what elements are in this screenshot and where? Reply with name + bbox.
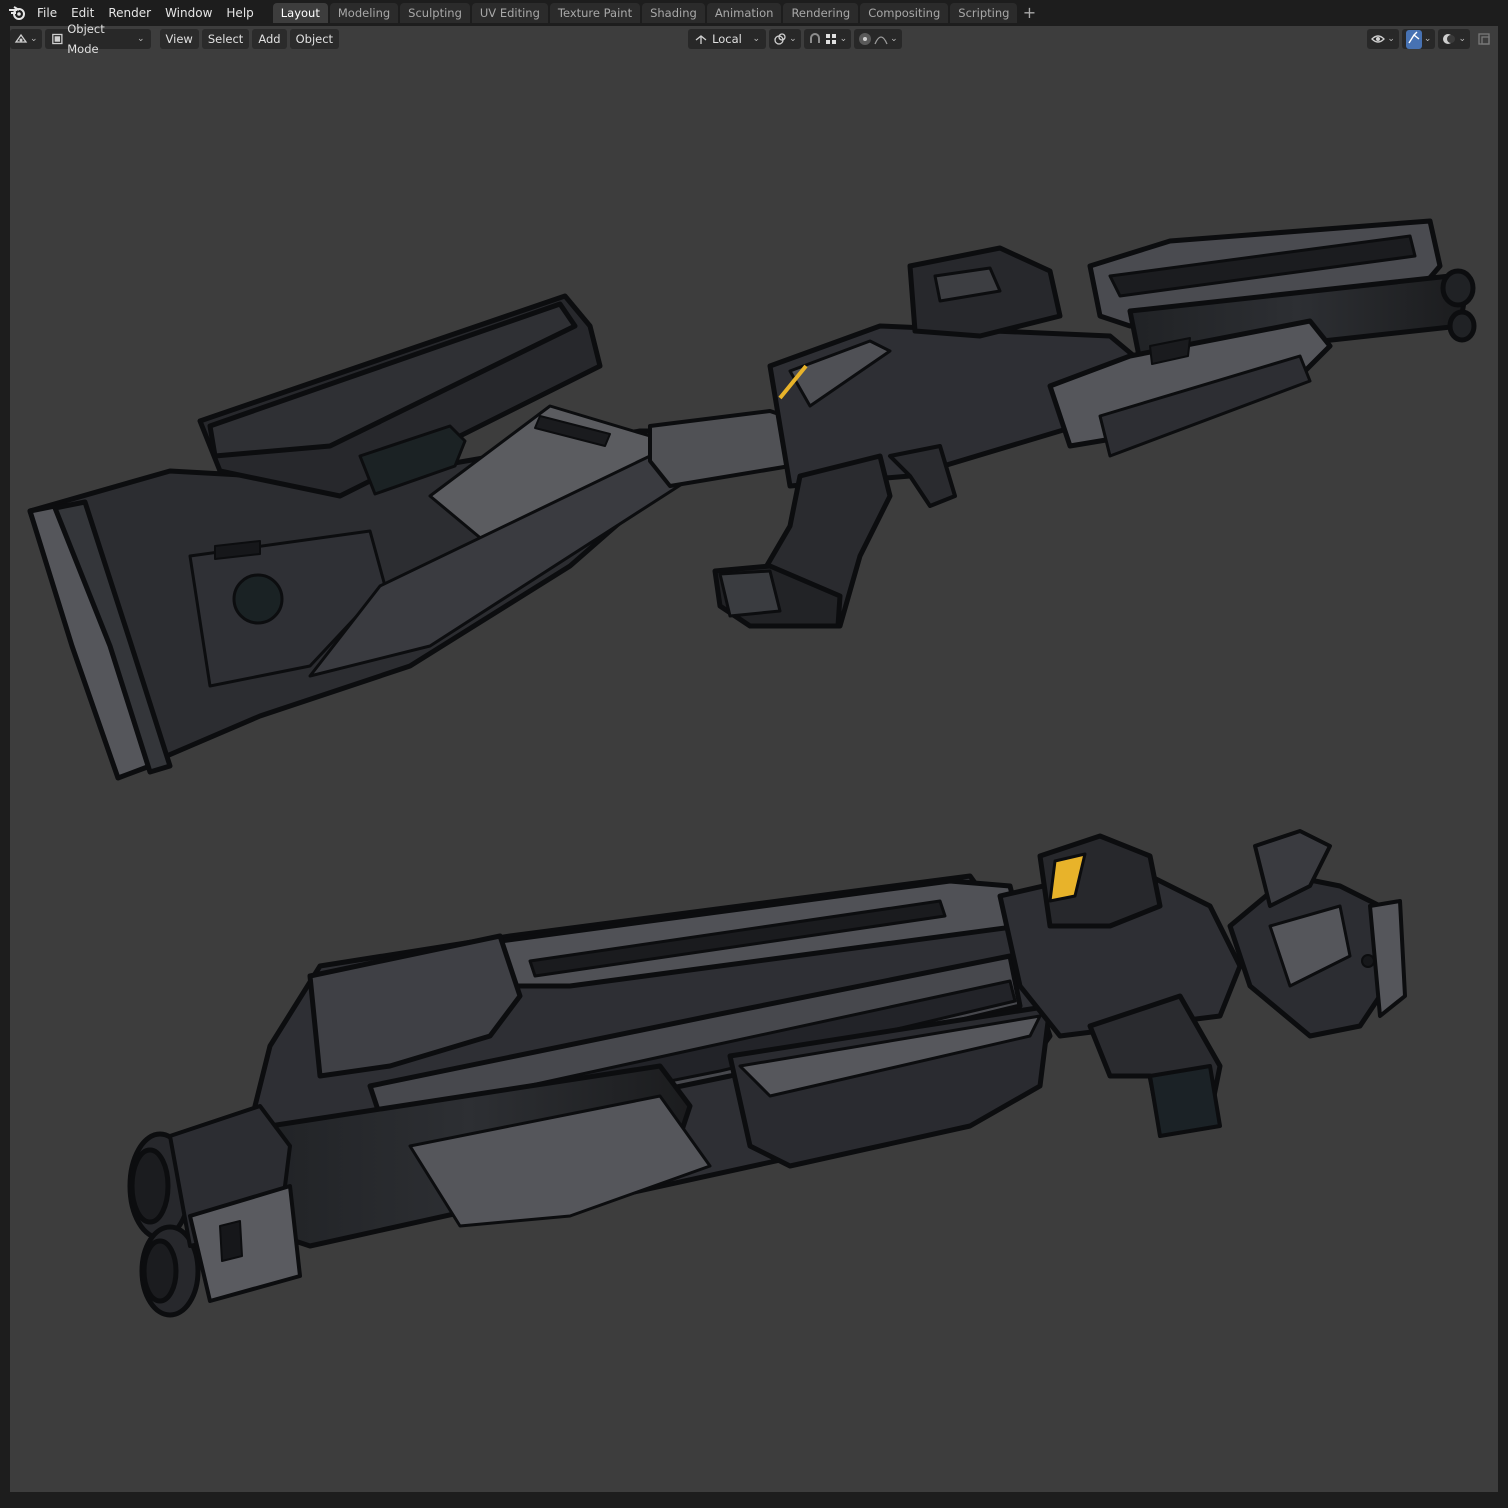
chevron-down-icon: ⌄ <box>1423 34 1432 44</box>
tab-uv-editing[interactable]: UV Editing <box>471 3 548 23</box>
proportional-edit-icon[interactable] <box>858 32 872 46</box>
chevron-down-icon: ⌄ <box>1387 34 1395 44</box>
tab-compositing[interactable]: Compositing <box>860 3 949 23</box>
pivot-point-dropdown[interactable]: ⌄ <box>769 29 801 49</box>
chevron-down-icon: ⌄ <box>789 34 797 44</box>
bottom-border <box>0 1492 1508 1508</box>
chevron-down-icon: ⌄ <box>752 34 761 44</box>
chevron-down-icon: ⌄ <box>839 34 848 44</box>
snap-dropdown[interactable]: ⌄ <box>803 29 852 49</box>
chevron-down-icon: ⌄ <box>137 34 145 44</box>
mode-dropdown[interactable]: Object Mode ⌄ <box>44 22 151 56</box>
snap-icon[interactable] <box>808 32 822 46</box>
viewport-header: ⌄ Object Mode ⌄ View Select Add Object L… <box>10 22 1498 56</box>
chevron-down-icon: ⌄ <box>890 34 898 44</box>
xray-icon[interactable] <box>1477 32 1491 46</box>
tab-scripting[interactable]: Scripting <box>950 3 1018 23</box>
snap-increment-icon <box>825 34 836 44</box>
falloff-icon[interactable] <box>874 32 888 46</box>
editor-type-dropdown[interactable]: ⌄ <box>10 29 42 49</box>
chevron-down-icon: ⌄ <box>1458 34 1466 44</box>
top-bar: File Edit Render Window Help Layout Mode… <box>0 0 1508 26</box>
rifle-model-top[interactable] <box>27 218 1477 781</box>
menu-file[interactable]: File <box>30 2 64 24</box>
gizmo-toggle[interactable]: ⌄ <box>1401 29 1436 49</box>
tab-modeling[interactable]: Modeling <box>329 3 399 23</box>
pivot-icon <box>774 33 786 45</box>
chevron-down-icon: ⌄ <box>30 34 38 44</box>
tab-animation[interactable]: Animation <box>706 3 782 23</box>
menu-view[interactable]: View <box>159 29 199 49</box>
orientation-label: Local <box>712 32 742 46</box>
tab-sculpting[interactable]: Sculpting <box>400 3 470 23</box>
right-border <box>1498 26 1508 1492</box>
object-mode-icon <box>51 33 63 45</box>
transform-orientation-dropdown[interactable]: Local ⌄ <box>688 29 767 49</box>
tab-texture-paint[interactable]: Texture Paint <box>549 3 641 23</box>
viewport-scene <box>27 218 1477 1318</box>
tab-rendering[interactable]: Rendering <box>783 3 859 23</box>
workspace-tabs: Layout Modeling Sculpting UV Editing Tex… <box>272 2 1040 24</box>
menu-help[interactable]: Help <box>219 2 260 24</box>
visibility-dropdown[interactable]: ⌄ <box>1367 29 1399 49</box>
main-menu: File Edit Render Window Help <box>30 2 261 24</box>
blender-logo-icon[interactable] <box>4 0 30 26</box>
transform-pivot-icon <box>695 35 707 44</box>
menu-select[interactable]: Select <box>201 29 250 49</box>
xray-toggle[interactable] <box>1473 29 1495 49</box>
menu-window[interactable]: Window <box>158 2 219 24</box>
menu-object[interactable]: Object <box>289 29 340 49</box>
add-workspace-button[interactable]: + <box>1019 3 1039 23</box>
visibility-icon <box>1371 35 1386 43</box>
tab-shading[interactable]: Shading <box>642 3 705 23</box>
tab-layout[interactable]: Layout <box>272 3 328 23</box>
menu-add[interactable]: Add <box>252 29 287 49</box>
3d-viewport[interactable]: ⌄ Object Mode ⌄ View Select Add Object L… <box>10 22 1498 1492</box>
editor-type-icon <box>14 33 28 43</box>
gizmo-icon[interactable] <box>1405 29 1422 49</box>
overlay-icon[interactable] <box>1442 32 1456 46</box>
mode-label: Object Mode <box>67 22 105 56</box>
overlay-toggle[interactable]: ⌄ <box>1438 29 1470 49</box>
proportional-edit-group[interactable]: ⌄ <box>854 29 902 49</box>
rifle-model-bottom[interactable] <box>127 829 1407 1318</box>
